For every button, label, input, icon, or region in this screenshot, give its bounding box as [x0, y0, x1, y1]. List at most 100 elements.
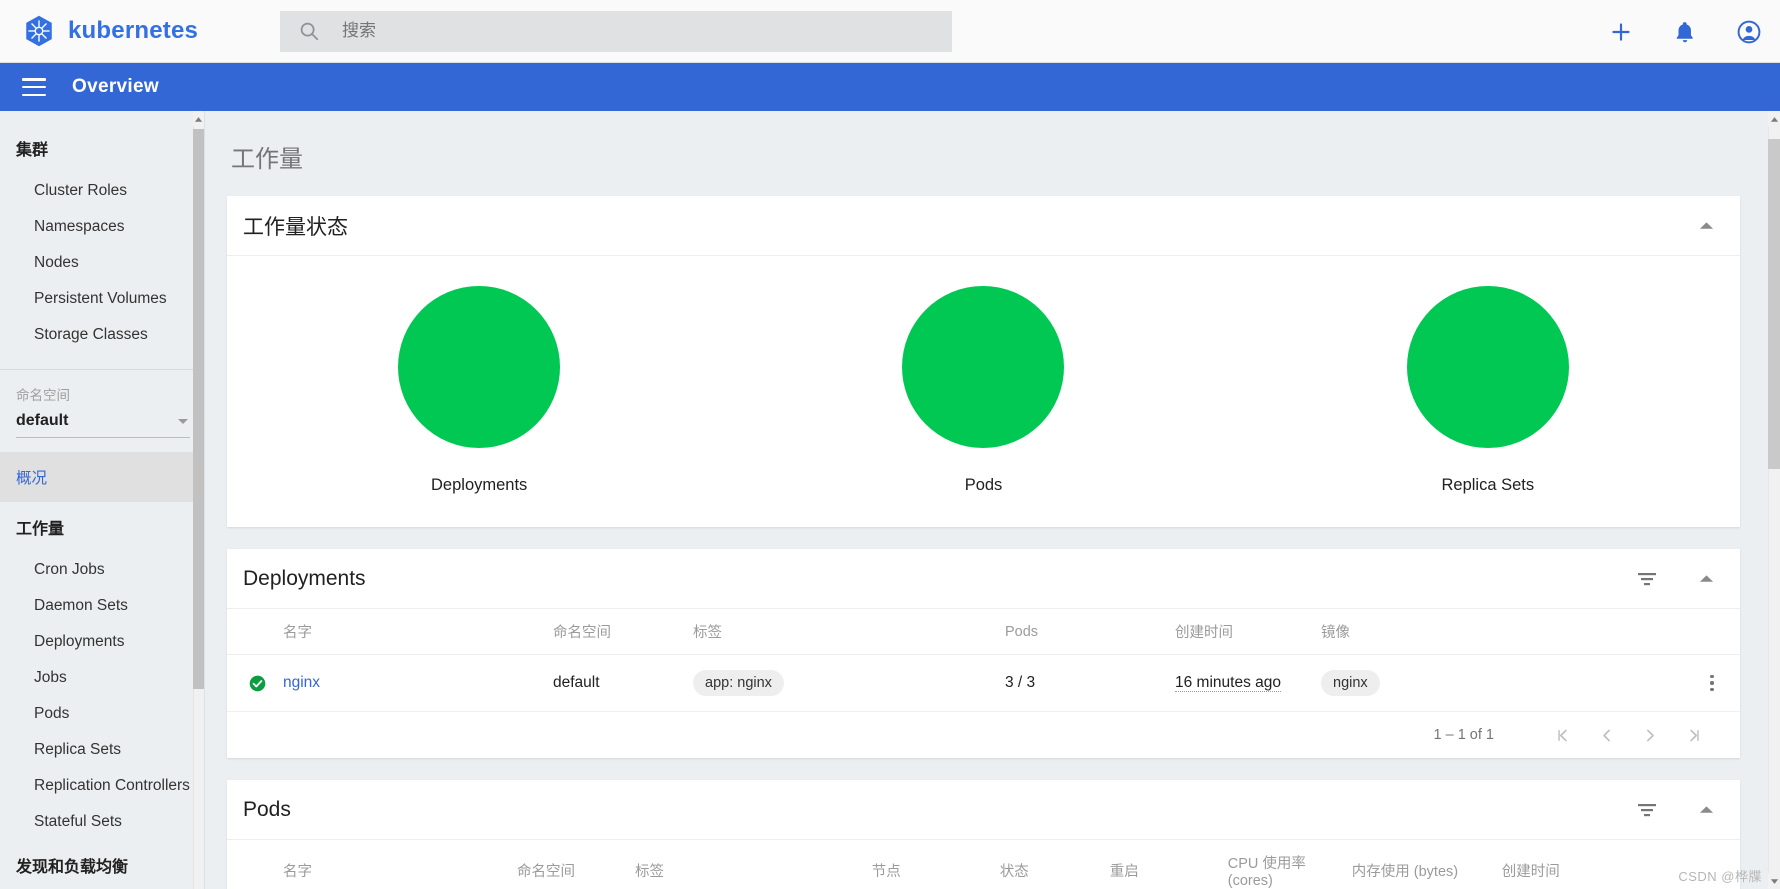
pods-col-labels[interactable]: 标签: [635, 840, 872, 889]
replica-sets-graph-label: Replica Sets: [1441, 476, 1535, 494]
deployment-created: 16 minutes ago: [1175, 674, 1281, 692]
deployments-title: Deployments: [243, 566, 366, 590]
namespace-label: 命名空间: [16, 388, 70, 403]
pods-col-cpu[interactable]: CPU 使用率 (cores): [1227, 840, 1352, 889]
sidebar-item-stateful-sets[interactable]: Stateful Sets: [0, 804, 204, 840]
pods-col-state[interactable]: 状态: [999, 840, 1110, 889]
watermark: CSDN @桦牒: [1678, 869, 1762, 884]
deployments-pagination: 1 – 1 of 1: [227, 712, 1740, 758]
pods-col-node[interactable]: 节点: [871, 840, 1000, 889]
pods-col-memory[interactable]: 内存使用 (bytes): [1351, 840, 1502, 889]
account-circle-icon[interactable]: [1736, 19, 1762, 45]
sidebar-item-replica-sets[interactable]: Replica Sets: [0, 732, 204, 768]
scroll-down-arrow-icon[interactable]: [1768, 873, 1780, 889]
sidebar-group-discovery: 发现和负载均衡: [16, 859, 129, 876]
sidebar-item-deployments[interactable]: Deployments: [0, 624, 204, 660]
chevron-up-icon[interactable]: [1699, 221, 1714, 230]
deployment-image-chip[interactable]: nginx: [1321, 670, 1380, 696]
sidebar-item-pods[interactable]: Pods: [0, 696, 204, 732]
pods-table-header-row: 名字 命名空间 标签 节点 状态 重启 CPU 使用率 (cores) 内存使用…: [227, 840, 1740, 889]
scroll-up-arrow-icon[interactable]: [1768, 111, 1780, 127]
top-bar-actions: [1608, 0, 1762, 63]
deployments-col-actions: [1692, 609, 1740, 655]
status-graph-pods: Pods: [731, 286, 1235, 495]
sidebar-item-persistent-volumes[interactable]: Persistent Volumes: [0, 281, 204, 317]
deployments-card: Deployments 名字 命名空间 标签 Pods 创建时间 镜像 ngin…: [227, 549, 1740, 758]
namespace-select[interactable]: default: [16, 406, 190, 438]
sidebar-item-cron-jobs[interactable]: Cron Jobs: [0, 552, 204, 588]
last-page-icon[interactable]: [1672, 713, 1716, 757]
sidebar-item-overview[interactable]: 概况: [0, 452, 204, 502]
more-vert-icon[interactable]: [1692, 671, 1732, 696]
chevron-right-icon[interactable]: [1628, 713, 1672, 757]
deployment-name-link[interactable]: nginx: [283, 674, 320, 691]
replica-sets-pie-chart: [1406, 286, 1569, 448]
workload-status-graphs: Deployments Pods Replica Sets: [227, 256, 1740, 527]
pods-col-namespace[interactable]: 命名空间: [517, 840, 635, 889]
first-page-icon[interactable]: [1540, 713, 1584, 757]
top-bar: kubernetes: [0, 0, 1780, 63]
brand[interactable]: kubernetes: [22, 14, 250, 48]
pagination-count: 1 – 1 of 1: [1433, 727, 1494, 743]
deployments-col-name[interactable]: 名字: [283, 609, 553, 655]
deployment-namespace: default: [553, 654, 693, 712]
chevron-down-icon: [178, 418, 188, 424]
deployments-col-images[interactable]: 镜像: [1321, 609, 1692, 655]
pods-graph-label: Pods: [964, 476, 1003, 494]
sidebar: 集群 Cluster Roles Namespaces Nodes Persis…: [0, 111, 205, 889]
namespace-value: default: [16, 412, 69, 429]
workload-status-card-header: 工作量状态: [227, 196, 1740, 256]
deployment-pods: 3 / 3: [1005, 654, 1175, 712]
sidebar-scroll-thumb[interactable]: [193, 129, 204, 689]
scroll-up-arrow-icon[interactable]: [193, 111, 204, 127]
deployment-label-chip[interactable]: app: nginx: [693, 670, 784, 696]
page-heading: 工作量: [231, 146, 303, 173]
pods-col-name[interactable]: 名字: [283, 840, 517, 889]
sidebar-item-daemon-sets[interactable]: Daemon Sets: [0, 588, 204, 624]
status-graph-replica-sets: Replica Sets: [1236, 286, 1740, 495]
chevron-left-icon[interactable]: [1584, 713, 1628, 757]
deployments-pie-chart: [398, 286, 561, 448]
deployments-graph-label: Deployments: [431, 476, 528, 494]
sidebar-item-namespaces[interactable]: Namespaces: [0, 209, 204, 245]
brand-name: kubernetes: [68, 17, 199, 44]
sidebar-group-workloads: 工作量: [16, 521, 65, 538]
pods-table: 名字 命名空间 标签 节点 状态 重启 CPU 使用率 (cores) 内存使用…: [227, 840, 1740, 889]
sidebar-item-nodes[interactable]: Nodes: [0, 245, 204, 281]
deployments-col-labels[interactable]: 标签: [693, 609, 1005, 655]
action-bar: Overview: [0, 63, 1780, 111]
search-box[interactable]: [280, 10, 952, 52]
kubernetes-helm-icon: [26, 15, 52, 47]
deployments-col-namespace[interactable]: 命名空间: [553, 609, 693, 655]
pods-pie-chart: [902, 286, 1065, 448]
pods-title: Pods: [243, 797, 291, 821]
chevron-up-icon[interactable]: [1699, 805, 1714, 814]
app-shell: 集群 Cluster Roles Namespaces Nodes Persis…: [0, 111, 1780, 889]
check-circle-icon: [249, 675, 266, 691]
plus-icon[interactable]: [1608, 19, 1634, 45]
pods-col-status: [227, 840, 283, 889]
filter-list-icon[interactable]: [1637, 571, 1657, 587]
deployments-col-created[interactable]: 创建时间: [1175, 609, 1321, 655]
deployments-table-header-row: 名字 命名空间 标签 Pods 创建时间 镜像: [227, 609, 1740, 655]
chevron-up-icon[interactable]: [1699, 574, 1714, 583]
sidebar-item-cluster-roles[interactable]: Cluster Roles: [0, 173, 204, 209]
sidebar-item-storage-classes[interactable]: Storage Classes: [0, 317, 204, 353]
hamburger-menu-icon[interactable]: [22, 78, 46, 96]
main-scroll-thumb[interactable]: [1768, 139, 1780, 469]
filter-list-icon[interactable]: [1637, 802, 1657, 818]
main-scrollbar[interactable]: [1768, 111, 1780, 889]
sidebar-scrollbar[interactable]: [193, 111, 204, 889]
pods-col-restarts[interactable]: 重启: [1109, 840, 1228, 889]
sidebar-item-jobs[interactable]: Jobs: [0, 660, 204, 696]
pods-col-created[interactable]: 创建时间: [1501, 840, 1692, 889]
table-row[interactable]: nginx default app: nginx 3 / 3 16 minute…: [227, 654, 1740, 712]
sidebar-item-replication-controllers[interactable]: Replication Controllers: [0, 768, 204, 804]
search-icon: [300, 22, 319, 41]
deployments-card-header: Deployments: [227, 549, 1740, 609]
deployments-col-pods[interactable]: Pods: [1005, 609, 1175, 655]
search-input[interactable]: [342, 21, 934, 41]
deployments-table: 名字 命名空间 标签 Pods 创建时间 镜像 nginx default ap…: [227, 609, 1740, 712]
bell-icon[interactable]: [1672, 19, 1698, 45]
workload-status-title: 工作量状态: [243, 215, 348, 239]
